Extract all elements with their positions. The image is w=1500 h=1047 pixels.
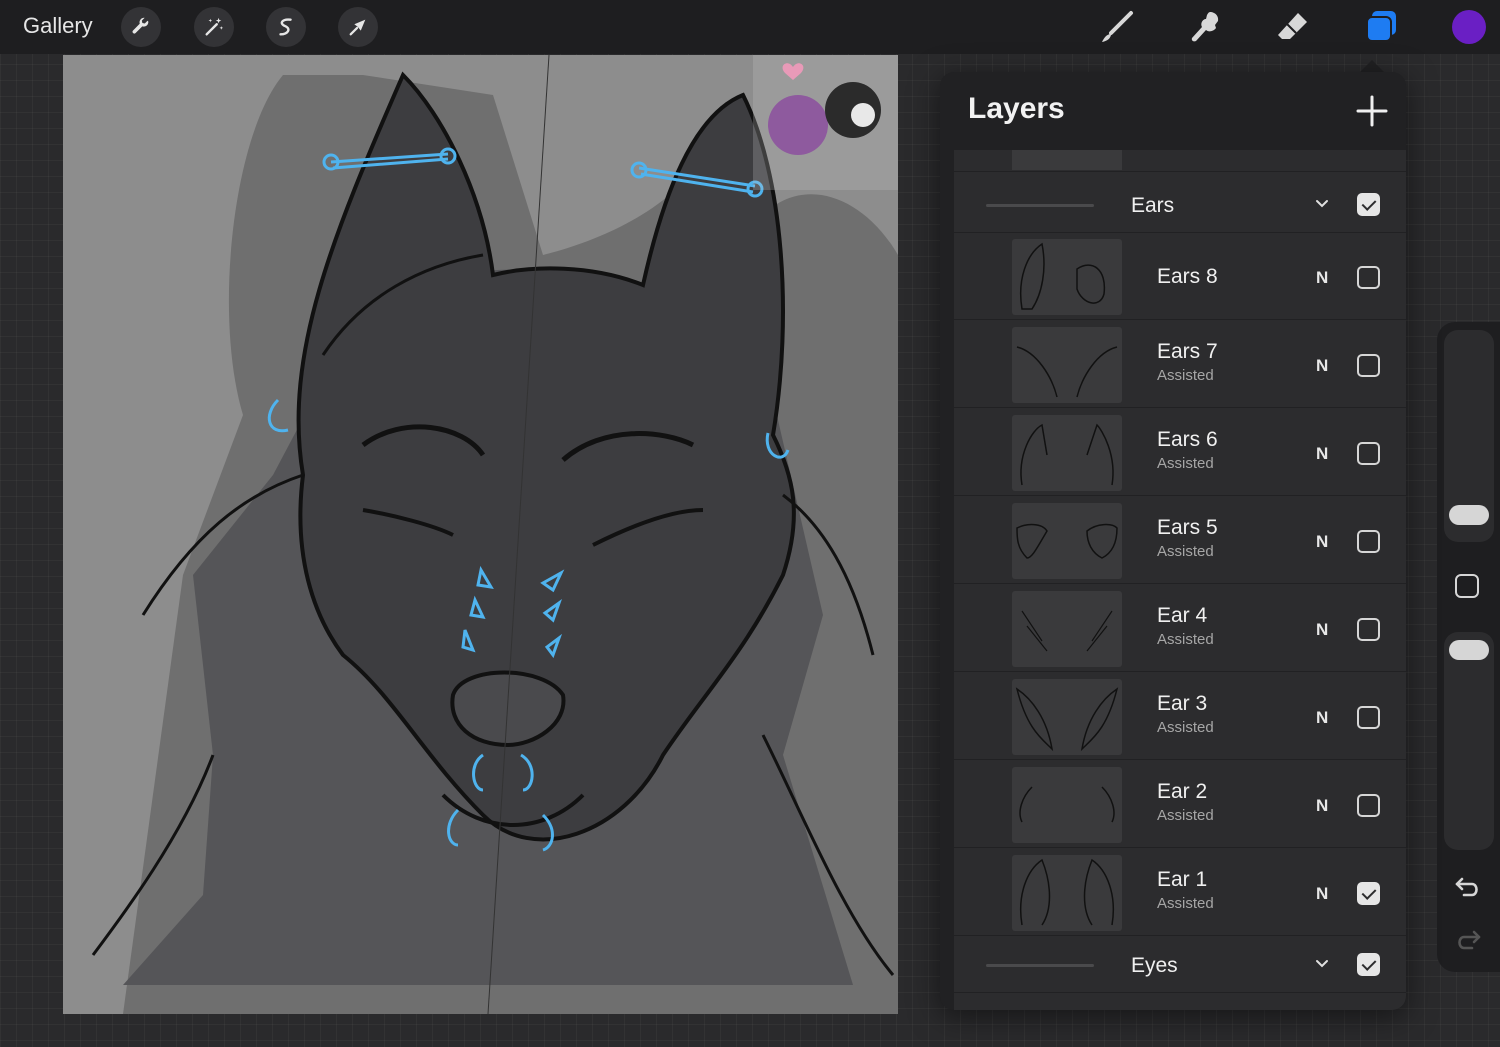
eraser-icon (1278, 13, 1307, 39)
layer-row-ear-2[interactable]: Ear 2 Assisted N (954, 761, 1406, 848)
transform-arrow-icon (349, 19, 366, 36)
chevron-down-icon[interactable] (1314, 195, 1330, 211)
brush-size-knob[interactable] (1449, 505, 1489, 525)
group-visibility-checkbox[interactable] (1357, 193, 1380, 216)
layers-panel: Layers Ears Ears 8 N Ears 7 Assisted N E… (940, 72, 1406, 1010)
blend-mode-label[interactable]: N (1316, 444, 1328, 464)
blend-mode-label[interactable]: N (1316, 356, 1328, 376)
layer-subtitle: Assisted (1157, 367, 1214, 384)
brush-sidebar (1437, 322, 1500, 972)
group-divider (986, 964, 1094, 967)
redo-icon[interactable] (1454, 928, 1482, 952)
blend-mode-label[interactable]: N (1316, 884, 1328, 904)
layer-thumbnail (1012, 150, 1122, 170)
layer-row-partial[interactable] (954, 150, 1406, 172)
layers-tool-button[interactable] (1362, 8, 1400, 46)
layer-visibility-checkbox[interactable] (1357, 706, 1380, 729)
gallery-button[interactable]: Gallery (23, 13, 93, 39)
group-divider (986, 204, 1094, 207)
layer-visibility-checkbox[interactable] (1357, 442, 1380, 465)
group-visibility-checkbox[interactable] (1357, 953, 1380, 976)
layer-name: Ears 5 (1157, 516, 1218, 539)
layer-subtitle: Assisted (1157, 631, 1214, 648)
chevron-down-icon[interactable] (1314, 955, 1330, 971)
layer-row-ears-7[interactable]: Ears 7 Assisted N (954, 321, 1406, 408)
transform-button[interactable] (338, 7, 378, 47)
layer-thumbnail (1012, 855, 1122, 931)
layers-icon (1366, 11, 1396, 42)
layer-name: Ear 1 (1157, 868, 1208, 891)
top-toolbar: Gallery (0, 0, 1500, 54)
wrench-icon (132, 17, 149, 34)
blend-mode-label[interactable]: N (1316, 708, 1328, 728)
layer-row-ears-5[interactable]: Ears 5 Assisted N (954, 497, 1406, 584)
layer-thumbnail (1012, 239, 1122, 315)
blend-mode-label[interactable]: N (1316, 268, 1328, 288)
layer-row-ears-8[interactable]: Ears 8 N (954, 233, 1406, 320)
layer-name: Ears 7 (1157, 340, 1218, 363)
actions-button[interactable] (121, 7, 161, 47)
brush-icon (1102, 11, 1133, 42)
wolf-sketch-artwork (63, 55, 898, 1014)
eraser-tool-button[interactable] (1274, 8, 1312, 46)
layer-thumbnail (1012, 503, 1122, 579)
layer-subtitle: Assisted (1157, 455, 1214, 472)
layer-name: Ear 4 (1157, 604, 1208, 627)
group-row-eyes[interactable]: Eyes (954, 937, 1406, 993)
color-picker-button[interactable] (1452, 10, 1486, 44)
blend-mode-label[interactable]: N (1316, 796, 1328, 816)
layer-subtitle: Assisted (1157, 543, 1214, 560)
drawing-canvas[interactable] (63, 55, 898, 1014)
blend-mode-label[interactable]: N (1316, 620, 1328, 640)
panel-pointer (1360, 60, 1384, 72)
undo-icon[interactable] (1454, 875, 1482, 899)
layer-name: Ears 6 (1157, 428, 1218, 451)
layer-thumbnail (1012, 679, 1122, 755)
opacity-slider[interactable] (1444, 632, 1494, 850)
layer-row-ear-1[interactable]: Ear 1 Assisted N (954, 849, 1406, 936)
layer-thumbnail (1012, 767, 1122, 843)
layer-thumbnail (1012, 591, 1122, 667)
watermark-art (753, 55, 898, 190)
layer-thumbnail (1012, 327, 1122, 403)
layer-row-ear-3[interactable]: Ear 3 Assisted N (954, 673, 1406, 760)
smudge-icon (1191, 12, 1219, 42)
layer-row-ear-4[interactable]: Ear 4 Assisted N (954, 585, 1406, 672)
add-layer-icon[interactable] (1355, 94, 1389, 128)
brush-size-slider[interactable] (1444, 330, 1494, 542)
layer-thumbnail (1012, 415, 1122, 491)
layer-visibility-checkbox[interactable] (1357, 618, 1380, 641)
selection-button[interactable] (266, 7, 306, 47)
brush-tool-button[interactable] (1098, 8, 1136, 46)
layer-subtitle: Assisted (1157, 719, 1214, 736)
opacity-knob[interactable] (1449, 640, 1489, 660)
adjustments-button[interactable] (194, 7, 234, 47)
modify-square-icon[interactable] (1455, 574, 1479, 598)
layer-visibility-checkbox[interactable] (1357, 354, 1380, 377)
layer-subtitle: Assisted (1157, 807, 1214, 824)
group-name: Eyes (1131, 954, 1178, 977)
layer-visibility-checkbox[interactable] (1357, 266, 1380, 289)
layer-name: Ear 3 (1157, 692, 1208, 715)
group-row-ears[interactable]: Ears (954, 177, 1406, 233)
smudge-tool-button[interactable] (1186, 8, 1224, 46)
layer-subtitle: Assisted (1157, 895, 1214, 912)
layer-list[interactable]: Ears Ears 8 N Ears 7 Assisted N Ears 6 A… (954, 150, 1406, 1010)
panel-title: Layers (968, 92, 1065, 125)
magic-wand-icon (205, 17, 224, 36)
layer-name: Ears 8 (1157, 265, 1218, 288)
layer-name: Ear 2 (1157, 780, 1208, 803)
layer-visibility-checkbox[interactable] (1357, 882, 1380, 905)
layer-row-ears-6[interactable]: Ears 6 Assisted N (954, 409, 1406, 496)
blend-mode-label[interactable]: N (1316, 532, 1328, 552)
selection-icon (279, 18, 292, 36)
group-name: Ears (1131, 194, 1175, 217)
layer-visibility-checkbox[interactable] (1357, 794, 1380, 817)
layer-visibility-checkbox[interactable] (1357, 530, 1380, 553)
